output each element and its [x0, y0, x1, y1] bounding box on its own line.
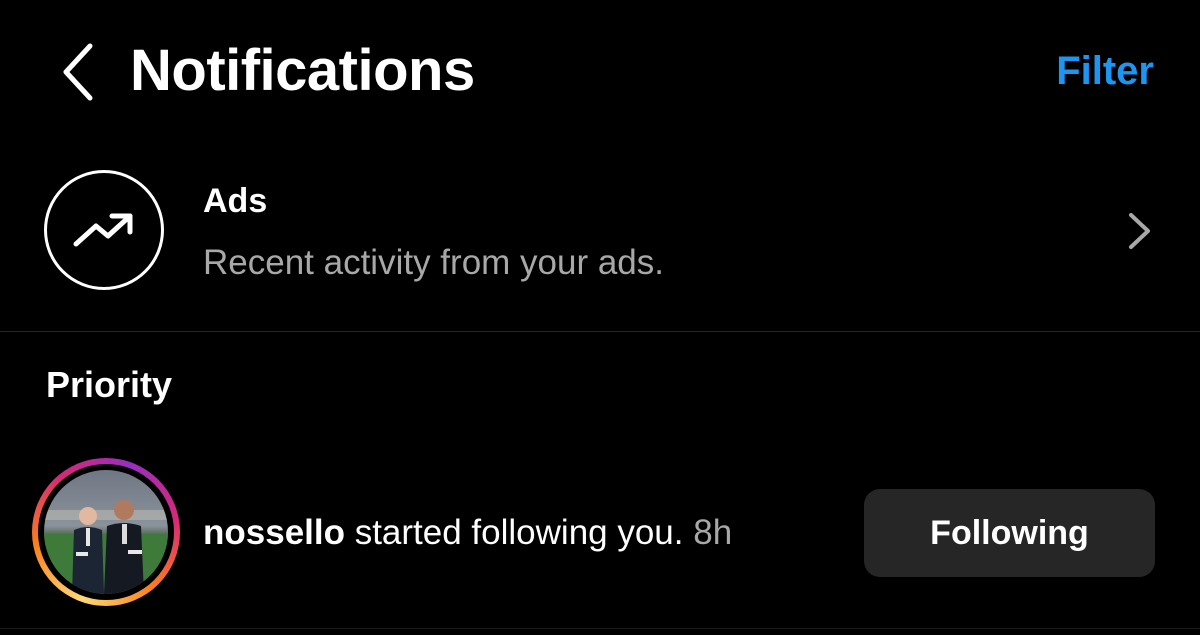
notification-username[interactable]: nossello [203, 513, 345, 552]
ads-icon-circle [44, 170, 164, 290]
notification-action: started following you. [344, 513, 684, 552]
avatar-inner-ring [38, 464, 174, 600]
header: Notifications Filter [0, 0, 1200, 140]
trending-up-icon [73, 213, 133, 247]
notification-time: 8h [693, 513, 733, 552]
profile-photo-image [44, 470, 168, 594]
chevron-left-icon [63, 43, 93, 101]
bottom-divider [0, 628, 1200, 629]
notification-item[interactable]: nossello started following you. 8h Follo… [0, 458, 1200, 610]
ads-title: Ads [203, 182, 268, 220]
ads-row[interactable]: Ads Recent activity from your ads. [0, 165, 1200, 297]
avatar-photo [44, 470, 168, 594]
filter-button[interactable]: Filter [1056, 46, 1154, 96]
section-divider [0, 331, 1200, 332]
ads-subtitle: Recent activity from your ads. [203, 243, 664, 282]
avatar[interactable] [32, 458, 180, 606]
chevron-right-icon [1120, 207, 1160, 255]
priority-section-title: Priority [46, 364, 173, 405]
back-button[interactable] [48, 40, 108, 104]
page-title: Notifications [130, 38, 475, 103]
notification-text: nossello started following you. 8h [203, 511, 732, 555]
following-button[interactable]: Following [864, 489, 1155, 577]
